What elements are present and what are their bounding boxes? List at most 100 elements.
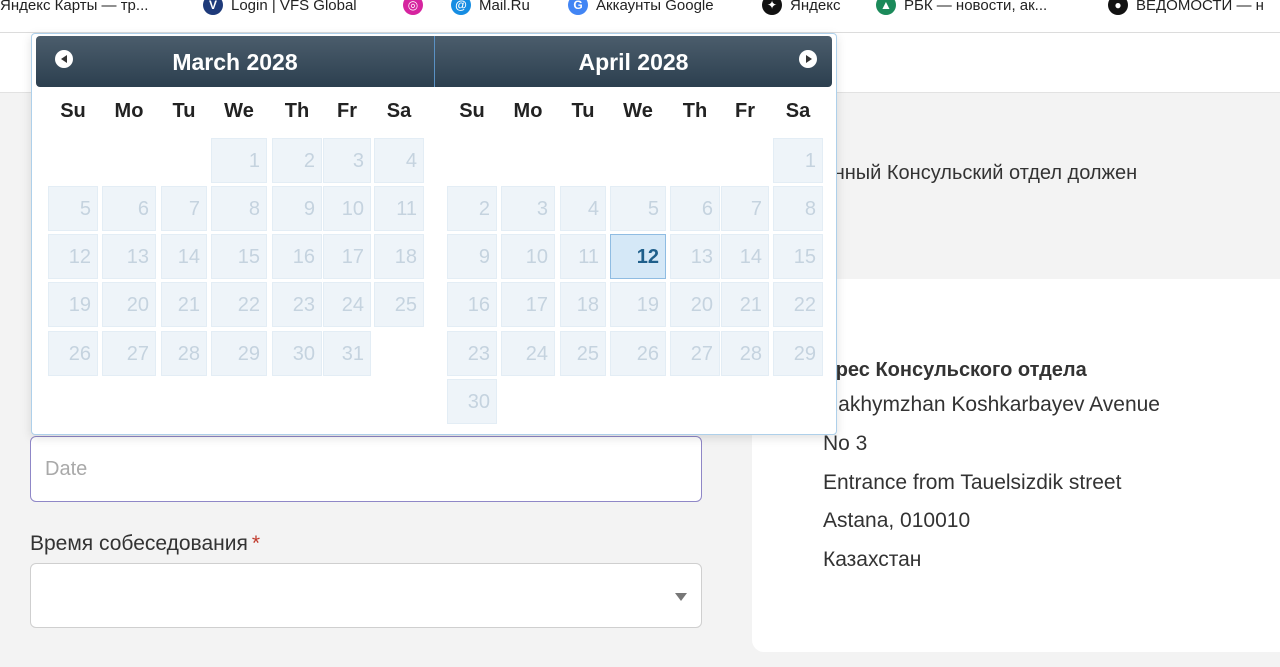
weekday-header: Tu bbox=[172, 100, 196, 122]
calendar-day[interactable]: 26 bbox=[48, 331, 98, 376]
calendar-day[interactable]: 16 bbox=[447, 282, 497, 327]
bookmark-item[interactable]: @ Mail.Ru bbox=[451, 0, 530, 17]
bookmarks-bar: ЯЯндекс Карты — тр... V Login | VFS Global… bbox=[0, 0, 1280, 33]
chevron-down-icon[interactable] bbox=[675, 593, 687, 601]
required-marker: * bbox=[251, 532, 261, 555]
calendar-day[interactable]: 21 bbox=[721, 282, 769, 327]
bookmark-label: Яндекс bbox=[790, 0, 841, 14]
calendar-day[interactable]: 17 bbox=[323, 234, 371, 279]
calendar-day[interactable]: 21 bbox=[161, 282, 207, 327]
interview-time-label-text: Время собеседования bbox=[30, 532, 248, 555]
weekday-header: Su bbox=[459, 100, 485, 122]
vfs-global-icon: V bbox=[203, 0, 223, 15]
calendar-day[interactable]: 22 bbox=[211, 282, 267, 327]
calendar-day[interactable]: 11 bbox=[560, 234, 606, 279]
bookmark-item[interactable]: G Аккаунты Google bbox=[568, 0, 714, 17]
calendar-day-current[interactable]: 12 bbox=[610, 234, 666, 279]
address-line: Entrance from Tauelsizdik street bbox=[823, 471, 1122, 494]
calendar-day[interactable]: 20 bbox=[670, 282, 720, 327]
bookmark-label: Яндекс Карты — тр... bbox=[0, 0, 149, 14]
calendar-day[interactable]: 6 bbox=[102, 186, 156, 231]
interview-time-label: Время собеседования * bbox=[30, 532, 260, 556]
calendar-day[interactable]: 11 bbox=[374, 186, 424, 231]
calendar-day[interactable]: 12 bbox=[48, 234, 98, 279]
weekday-header: Tu bbox=[571, 100, 595, 122]
calendar-day[interactable]: 31 bbox=[323, 331, 371, 376]
weekday-header: Sa bbox=[785, 100, 811, 122]
calendar-day[interactable]: 22 bbox=[773, 282, 823, 327]
calendar-day[interactable]: 15 bbox=[211, 234, 267, 279]
weekday-header: Fr bbox=[735, 100, 755, 122]
calendar-day[interactable]: 29 bbox=[211, 331, 267, 376]
calendar-day[interactable]: 4 bbox=[374, 138, 424, 183]
bookmark-item[interactable]: ◎ bbox=[403, 0, 431, 17]
calendar-day[interactable]: 9 bbox=[447, 234, 497, 279]
calendar-day[interactable]: 7 bbox=[161, 186, 207, 231]
calendar-day[interactable]: 27 bbox=[102, 331, 156, 376]
calendar-day[interactable]: 14 bbox=[721, 234, 769, 279]
calendar-day[interactable]: 18 bbox=[374, 234, 424, 279]
calendar-day[interactable]: 15 bbox=[773, 234, 823, 279]
bookmark-item[interactable]: ▲ РБК — новости, ак... bbox=[876, 0, 1047, 17]
bookmark-label: Mail.Ru bbox=[479, 0, 530, 14]
calendar-day[interactable]: 9 bbox=[272, 186, 322, 231]
calendar-day[interactable]: 6 bbox=[670, 186, 720, 231]
calendar-day[interactable]: 10 bbox=[323, 186, 371, 231]
calendar-day[interactable]: 20 bbox=[102, 282, 156, 327]
bookmark-label: Аккаунты Google bbox=[596, 0, 714, 14]
calendar-day[interactable]: 3 bbox=[323, 138, 371, 183]
calendar-day[interactable]: 13 bbox=[670, 234, 720, 279]
calendar-day[interactable]: 28 bbox=[161, 331, 207, 376]
calendar-day[interactable]: 28 bbox=[721, 331, 769, 376]
next-month-icon[interactable] bbox=[799, 50, 817, 68]
calendar-day[interactable]: 5 bbox=[610, 186, 666, 231]
calendar-day[interactable]: 26 bbox=[610, 331, 666, 376]
calendar-day[interactable]: 8 bbox=[211, 186, 267, 231]
address-line: Rakhymzhan Koshkarbayev Avenue bbox=[823, 393, 1160, 416]
calendar-day[interactable]: 8 bbox=[773, 186, 823, 231]
calendar-day[interactable]: 19 bbox=[48, 282, 98, 327]
calendar-day[interactable]: 1 bbox=[211, 138, 267, 183]
calendar-day[interactable]: 10 bbox=[501, 234, 555, 279]
interview-time-select[interactable] bbox=[30, 563, 702, 628]
calendar-day[interactable]: 30 bbox=[447, 379, 497, 424]
weekday-header: Th bbox=[682, 100, 708, 122]
calendar-day[interactable]: 30 bbox=[272, 331, 322, 376]
calendar-day[interactable]: 24 bbox=[501, 331, 555, 376]
month-title: March 2028 bbox=[172, 49, 298, 75]
calendar-day[interactable]: 18 bbox=[560, 282, 606, 327]
calendar-day[interactable]: 25 bbox=[374, 282, 424, 327]
calendar-day[interactable]: 13 bbox=[102, 234, 156, 279]
calendar-day[interactable]: 14 bbox=[161, 234, 207, 279]
calendar-day[interactable]: 23 bbox=[447, 331, 497, 376]
calendar-day[interactable]: 5 bbox=[48, 186, 98, 231]
bookmark-item[interactable]: ● ВЕДОМОСТИ — н bbox=[1108, 0, 1264, 17]
bookmark-item[interactable]: V Login | VFS Global bbox=[203, 0, 357, 17]
calendar-day[interactable]: 2 bbox=[272, 138, 322, 183]
calendar-day[interactable]: 29 bbox=[773, 331, 823, 376]
bookmark-item[interactable]: ✦ Яндекс bbox=[762, 0, 840, 17]
weekday-header: We bbox=[224, 100, 254, 122]
calendar-day[interactable]: 4 bbox=[560, 186, 606, 231]
weekday-header: Fr bbox=[337, 100, 357, 122]
bookmark-item[interactable]: ЯЯндекс Карты — тр... bbox=[0, 0, 148, 17]
bookmark-label: ВЕДОМОСТИ — н bbox=[1136, 0, 1264, 14]
calendar-day[interactable]: 24 bbox=[323, 282, 371, 327]
consulate-notice-text: бранный Консульский отдел должен bbox=[800, 162, 1138, 184]
calendar-day[interactable]: 27 bbox=[670, 331, 720, 376]
calendar-day[interactable]: 25 bbox=[560, 331, 606, 376]
calendar-day[interactable]: 16 bbox=[272, 234, 322, 279]
calendar-day[interactable]: 7 bbox=[721, 186, 769, 231]
date-input[interactable] bbox=[30, 436, 702, 502]
calendar-day[interactable]: 17 bbox=[501, 282, 555, 327]
calendar-day[interactable]: 3 bbox=[501, 186, 555, 231]
calendar-day[interactable]: 2 bbox=[447, 186, 497, 231]
datepicker: March 2028 April 2028 Su Mo Tu We Th Fr Sa 1 2 3 4… bbox=[31, 33, 837, 435]
weekday-header: Su bbox=[60, 100, 86, 122]
weekday-header: Mo bbox=[513, 100, 543, 122]
calendar-day[interactable]: 23 bbox=[272, 282, 322, 327]
calendar-day[interactable]: 1 bbox=[773, 138, 823, 183]
calendar-day[interactable]: 19 bbox=[610, 282, 666, 327]
yandex-icon: ✦ bbox=[762, 0, 782, 15]
address-line: Казахстан bbox=[823, 548, 922, 571]
